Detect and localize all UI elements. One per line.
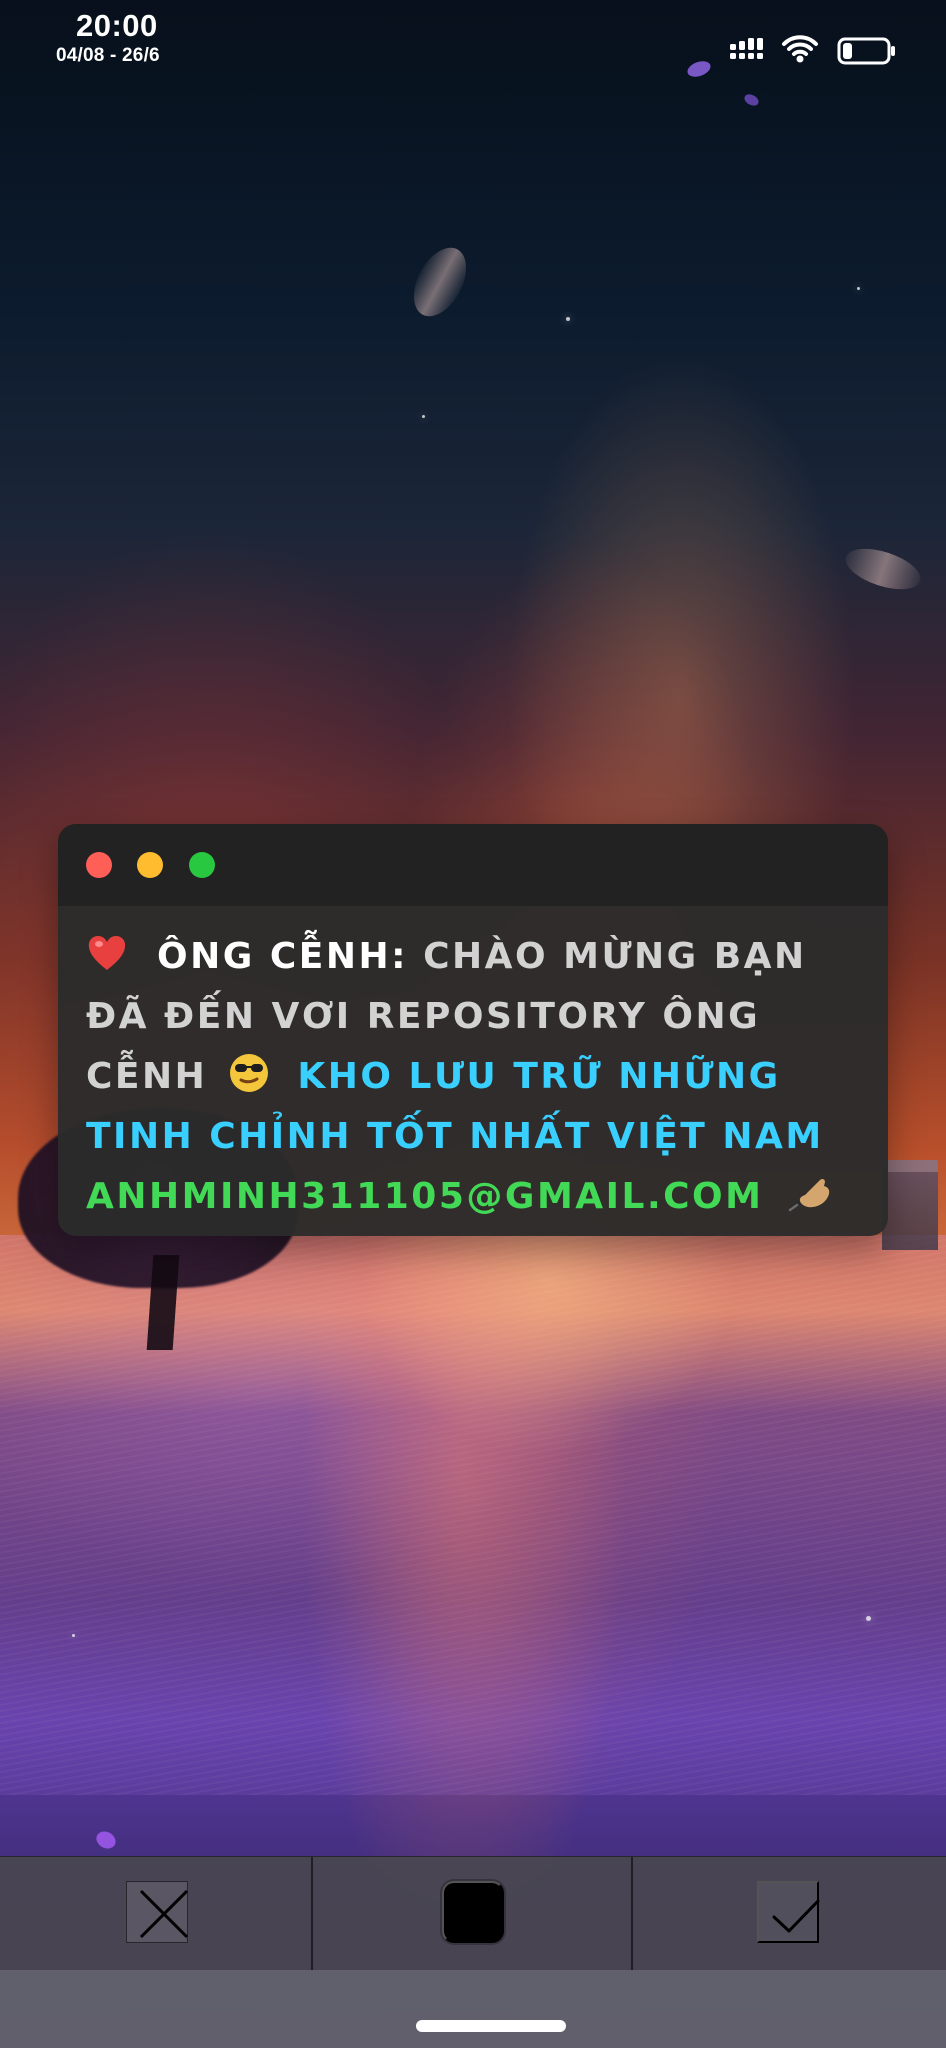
author-name: ÔNG CỄNH: [157,936,409,977]
heart-icon [88,936,126,970]
battery-icon [837,37,895,65]
status-time: 20:00 [76,8,158,43]
window-control-red-dot [86,852,112,878]
home-indicator[interactable] [416,2020,566,2032]
checkmark-icon[interactable] [757,1881,820,1943]
wifi-icon [782,35,818,63]
writing-hand-icon [788,1178,829,1212]
message-line-5: ANHMINH311105@GMAIL.COM [86,1168,866,1228]
star-dot [422,415,425,418]
welcome-text: CHÀO MỪNG BẠN [423,936,807,977]
terminal-header [58,824,888,907]
status-bar: 20:00 04/08 - 26/6 [0,0,946,84]
wallpaper-editor-screen: 20:00 04/08 - 26/6 ÔNG CỄNH: CHÀO MỪNG B… [0,0,946,2048]
star-dot [566,317,570,321]
terminal-card: ÔNG CỄNH: CHÀO MỪNG BẠN ĐÃ ĐẾN VƠI REPOS… [58,824,888,1236]
color-swatch-icon[interactable] [442,1881,504,1943]
star-dot [72,1634,75,1637]
message-line-4: TINH CHỈNH TỐT NHẤT VIỆT NAM [86,1116,824,1157]
cool-face-icon [230,1054,269,1092]
lavender-field-overlay [0,1235,946,1795]
editor-toolbar [0,1856,946,1972]
author-name-continuation: CỄNH [86,1056,208,1097]
signal-icon [730,38,763,59]
email-address: ANHMINH311105@GMAIL.COM [86,1176,764,1217]
message-line-3: CỄNH KHO LƯU TRỮ NHỮNG [86,1048,866,1108]
distant-building-shape [882,1160,938,1250]
status-date-range: 04/08 - 26/6 [56,45,160,66]
home-indicator-bar [0,1970,946,2048]
window-control-green-dot [189,852,215,878]
close-icon[interactable] [126,1881,189,1943]
message-line-1: ÔNG CỄNH: CHÀO MỪNG BẠN [86,928,866,988]
repository-description-part-1: KHO LƯU TRỮ NHỮNG [297,1056,781,1097]
message-text-block: ÔNG CỄNH: CHÀO MỪNG BẠN ĐÃ ĐẾN VƠI REPOS… [86,928,866,1228]
cancel-cell [0,1857,313,1971]
color-cell [313,1857,633,1971]
message-line-2: ĐÃ ĐẾN VƠI REPOSITORY ÔNG [86,996,761,1037]
star-dot [866,1616,871,1621]
window-control-yellow-dot [137,852,163,878]
star-dot [857,287,860,290]
confirm-cell [633,1857,946,1971]
